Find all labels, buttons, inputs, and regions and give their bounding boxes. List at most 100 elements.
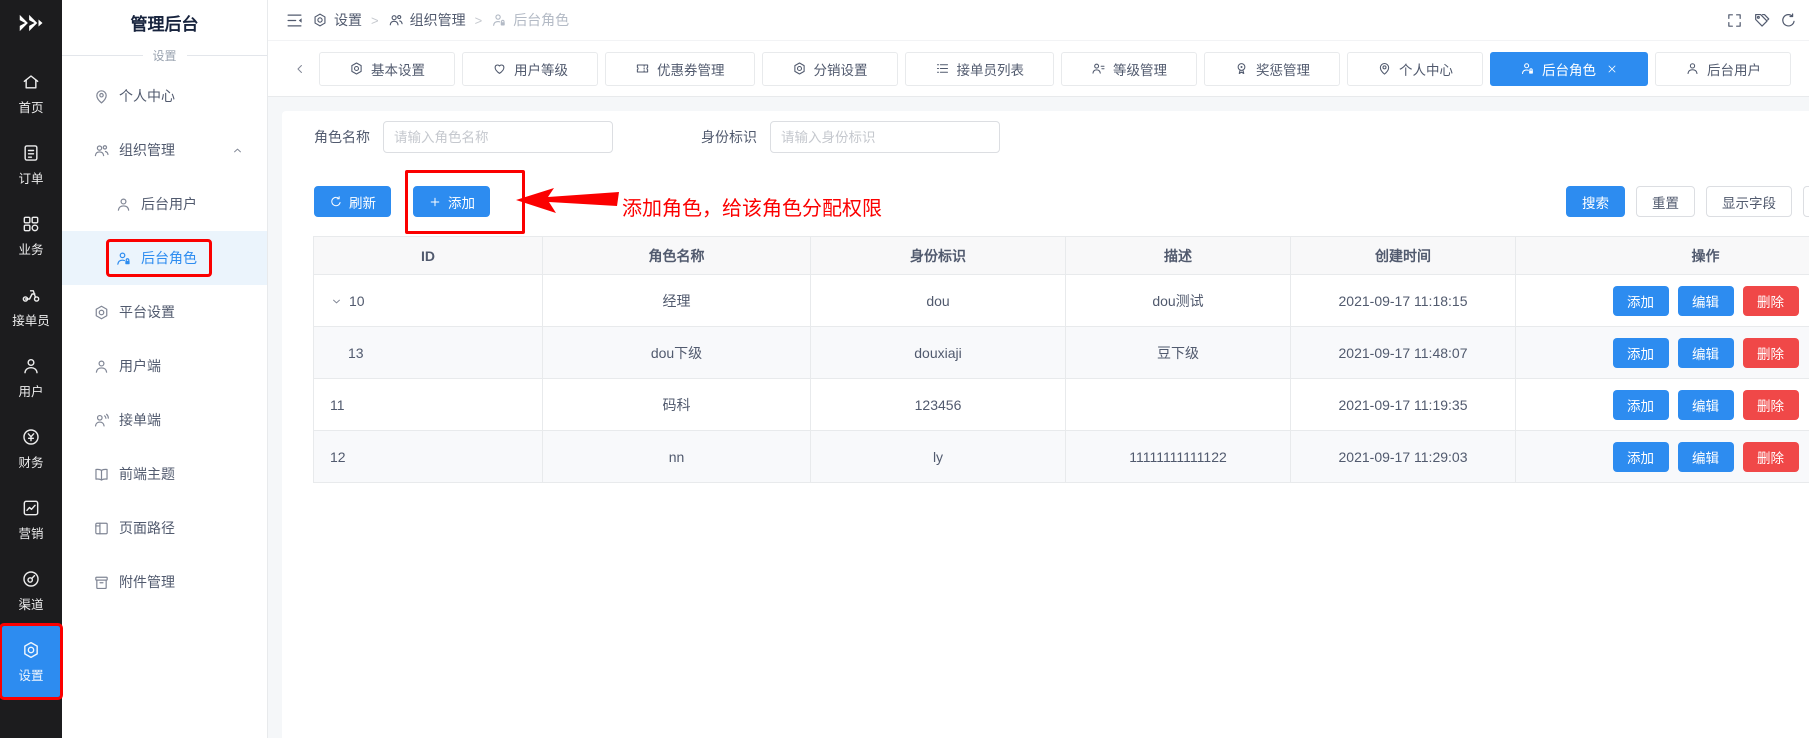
row-edit-button[interactable]: 编辑 <box>1678 442 1734 472</box>
search-button[interactable]: 搜索 <box>1566 186 1625 217</box>
fullscreen-icon[interactable] <box>1726 12 1743 29</box>
gear-icon <box>93 304 110 321</box>
row-delete-button[interactable]: 删除 <box>1743 338 1799 368</box>
home-icon <box>21 72 41 92</box>
person-icon <box>93 358 110 375</box>
row-add-button[interactable]: 添加 <box>1613 338 1669 368</box>
person-lock-icon <box>115 250 132 267</box>
sidebar-item-backend-roles[interactable]: 后台角色 <box>62 231 267 285</box>
rail-item-users[interactable]: 用户 <box>0 342 62 413</box>
row-edit-button[interactable]: 编辑 <box>1678 390 1734 420</box>
table-row: 11 码科 123456 2021-09-17 11:19:35 添加 编辑 删… <box>314 379 1809 431</box>
tab-personal-center[interactable]: 个人中心 <box>1347 52 1483 86</box>
tab-backend-roles[interactable]: 后台角色 <box>1490 52 1648 86</box>
gear-icon <box>349 61 364 76</box>
tab-reward-punishment[interactable]: 奖惩管理 <box>1204 52 1340 86</box>
rail-item-channels[interactable]: 渠道 <box>0 555 62 626</box>
tab-user-level[interactable]: 用户等级 <box>462 52 598 86</box>
app-logo[interactable] <box>0 0 62 46</box>
top-bar: 设置 > 组织管理 > 后台角色 <box>268 0 1809 41</box>
reset-button[interactable]: 重置 <box>1636 186 1695 217</box>
refresh-icon <box>329 195 343 209</box>
cell-id: 12 <box>330 449 346 465</box>
tab-distribution-settings[interactable]: 分销设置 <box>762 52 898 86</box>
row-edit-button[interactable]: 编辑 <box>1678 338 1734 368</box>
table-row: 10 经理 dou dou测试 2021-09-17 11:18:15 添加 编… <box>314 275 1809 327</box>
tab-level-management[interactable]: 等级管理 <box>1061 52 1197 86</box>
rail-item-label: 订单 <box>18 168 43 187</box>
show-fields-button[interactable]: 显示字段 <box>1706 186 1792 217</box>
cell-role-name: dou下级 <box>543 327 811 379</box>
list-icon <box>935 61 950 76</box>
rail-item-riders[interactable]: 接单员 <box>0 271 62 342</box>
refresh-button[interactable]: 刷新 <box>314 186 391 217</box>
cell-role-name: 码科 <box>543 379 811 431</box>
close-icon[interactable] <box>1606 63 1618 75</box>
rail-item-label: 接单员 <box>12 310 50 329</box>
sidebar-item-page-paths[interactable]: 页面路径 <box>62 501 267 555</box>
col-header-description: 描述 <box>1066 237 1291 275</box>
role-name-input[interactable] <box>383 121 613 153</box>
roles-table: ID 角色名称 身份标识 描述 创建时间 操作 10 经理 dou dou测试 … <box>313 236 1809 483</box>
row-add-button[interactable]: 添加 <box>1613 442 1669 472</box>
people-icon <box>388 12 404 28</box>
collapse-sidebar-icon[interactable] <box>285 11 304 30</box>
open-tabs-bar: 基本设置 用户等级 优惠券管理 分销设置 接单员列表 等级管理 奖惩管理 个人中… <box>268 41 1809 97</box>
row-edit-button[interactable]: 编辑 <box>1678 286 1734 316</box>
sidebar-item-platform-settings[interactable]: 平台设置 <box>62 285 267 339</box>
ticket-icon <box>635 61 650 76</box>
sidebar-item-user-client[interactable]: 用户端 <box>62 339 267 393</box>
heart-icon <box>492 61 507 76</box>
refresh-icon[interactable] <box>1780 12 1797 29</box>
col-header-identity: 身份标识 <box>811 237 1066 275</box>
cell-created-at: 2021-09-17 11:29:03 <box>1291 431 1516 483</box>
row-collapse-icon[interactable] <box>330 295 343 308</box>
rail-item-marketing[interactable]: 营销 <box>0 484 62 555</box>
breadcrumb-settings[interactable]: 设置 <box>312 10 362 30</box>
cell-description: 豆下级 <box>1066 327 1291 379</box>
sidebar-item-personal-center[interactable]: 个人中心 <box>62 69 267 123</box>
row-add-button[interactable]: 添加 <box>1613 286 1669 316</box>
row-delete-button[interactable]: 删除 <box>1743 286 1799 316</box>
row-add-button[interactable]: 添加 <box>1613 390 1669 420</box>
chevron-left-icon <box>293 62 307 76</box>
row-delete-button[interactable]: 删除 <box>1743 442 1799 472</box>
rider-icon <box>21 285 41 305</box>
table-row: 12 nn ly 11111111111122 2021-09-17 11:29… <box>314 431 1809 483</box>
sidebar-item-org-management[interactable]: 组织管理 <box>62 123 267 177</box>
sidebar-section-divider: 设置 <box>62 44 267 66</box>
tabs-scroll-left-button[interactable] <box>285 52 315 86</box>
sidebar-item-rider-client[interactable]: 接单端 <box>62 393 267 447</box>
tab-rider-list[interactable]: 接单员列表 <box>905 52 1055 86</box>
breadcrumb-org-management[interactable]: 组织管理 <box>388 10 466 30</box>
tags-icon[interactable] <box>1753 12 1770 29</box>
finance-icon <box>21 427 41 447</box>
chevron-up-icon[interactable] <box>231 144 244 157</box>
tab-backend-users[interactable]: 后台用户 <box>1655 52 1791 86</box>
rail-item-label: 营销 <box>18 523 43 542</box>
logo-icon <box>16 8 46 38</box>
add-role-button[interactable]: 添加 <box>413 186 490 217</box>
rail-item-orders[interactable]: 订单 <box>0 129 62 200</box>
row-delete-button[interactable]: 删除 <box>1743 390 1799 420</box>
rail-item-label: 业务 <box>18 239 43 258</box>
signal-person-icon <box>93 412 110 429</box>
sidebar-item-backend-users[interactable]: 后台用户 <box>62 177 267 231</box>
cell-role-name: nn <box>543 431 811 483</box>
role-name-label: 角色名称 <box>314 127 370 147</box>
sidebar-item-frontend-theme[interactable]: 前端主题 <box>62 447 267 501</box>
clipped-button[interactable] <box>1803 186 1809 217</box>
cell-description: dou测试 <box>1066 275 1291 327</box>
rail-item-home[interactable]: 首页 <box>0 58 62 129</box>
tab-basic-settings[interactable]: 基本设置 <box>319 52 455 86</box>
gear-icon <box>312 12 328 28</box>
sidebar-item-attachment-management[interactable]: 附件管理 <box>62 555 267 609</box>
person-lock-icon <box>1520 61 1535 76</box>
rail-item-business[interactable]: 业务 <box>0 200 62 271</box>
person-lock-icon <box>491 12 507 28</box>
identity-input[interactable] <box>770 121 1000 153</box>
rail-item-settings[interactable]: 设置 <box>2 626 60 697</box>
tab-coupon-management[interactable]: 优惠券管理 <box>605 52 755 86</box>
table-row: 13 dou下级 douxiaji 豆下级 2021-09-17 11:48:0… <box>314 327 1809 379</box>
rail-item-finance[interactable]: 财务 <box>0 413 62 484</box>
